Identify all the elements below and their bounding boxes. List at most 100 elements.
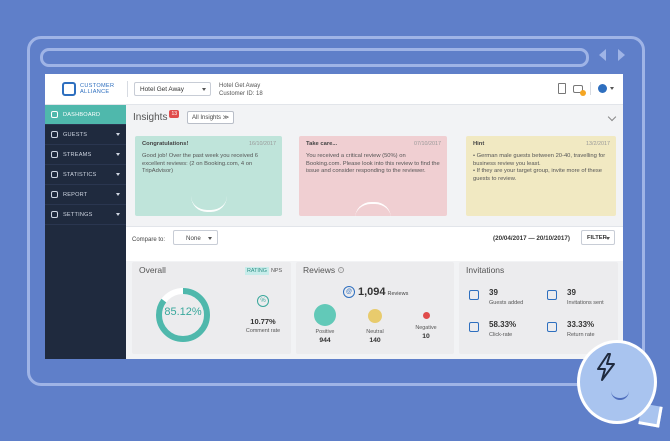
positive-label: Positive [315,329,335,335]
insights-title: Insights [133,112,168,123]
gear-icon [51,211,58,218]
filter-button[interactable]: FILTER [581,230,615,245]
hotel-info: Hotel Get Away Customer ID: 18 [219,82,263,98]
sidebar-item-dashboard[interactable]: DASHBOARD [45,105,126,125]
neutral-dot-icon [368,309,382,323]
filter-bar: Compare to: None (20/04/2017 — 20/10/201… [126,226,623,261]
reviews-title: Reviews [303,265,336,275]
statistics-icon [51,171,58,178]
tab-rating[interactable]: RATING [245,267,269,275]
comment-rate-label: Comment rate [245,328,281,334]
negative-value: 10 [422,333,430,340]
forward-arrow-icon[interactable] [618,49,625,61]
card-body: Good job! Over the past week you receive… [142,153,259,175]
chevron-down-icon [606,237,610,240]
guests-added-label: Guests added [489,300,524,306]
return-icon [547,322,557,332]
collapse-chevron-icon[interactable] [607,112,617,122]
return-rate-label: Return rate [567,332,595,338]
neutral-label: Neutral [366,329,384,335]
lightning-icon [597,353,615,381]
sidebar-item-label: STATISTICS [63,171,97,178]
positive-value: 944 [319,337,331,344]
top-bar: CUSTOMER ALLIANCE Hotel Get Away Hotel G… [45,74,623,105]
avatar[interactable] [598,84,607,93]
hint-bullet: • German male guests between 20-40, trav… [473,153,606,167]
overall-title: Overall [139,265,166,275]
positive-reviews: Positive 944 [305,304,345,344]
reviews-total-label: Reviews [387,291,409,297]
invitations-sent-label: Invitations sent [567,300,604,306]
negative-dot-icon [422,312,430,319]
divider [127,81,128,97]
card-date: 13/2/2017 [586,141,610,147]
insight-card-take-care[interactable]: Take care... 07/10/2017 You received a c… [299,136,447,216]
card-date: 16/10/2017 [249,141,276,147]
sidebar: DASHBOARD GUESTS STREAMS STATISTICS REPO… [45,105,126,359]
card-date: 07/10/2017 [414,141,441,147]
compare-label: Compare to: [132,237,166,243]
chevron-down-icon [116,173,120,176]
sidebar-item-guests[interactable]: GUESTS [45,125,126,145]
main-content: Insights 13 All Insights ≫ Congratulatio… [126,105,623,359]
return-rate-value: 33.33% [567,320,595,329]
sidebar-item-streams[interactable]: STREAMS [45,145,126,165]
chevron-down-icon [116,213,120,216]
brand-line-2: ALLIANCE [80,89,110,95]
smile-icon [190,196,227,212]
compare-select-value: None [186,235,201,242]
invitations-title: Invitations [466,265,505,275]
divider [590,82,591,95]
dashboard-icon [51,111,58,118]
card-body: • German male guests between 20-40, trav… [473,153,609,183]
guests-added-value: 39 [489,288,498,297]
chevron-down-icon [116,153,120,156]
users-icon [51,131,58,138]
sidebar-item-label: DASHBOARD [63,111,101,118]
insight-card-hint[interactable]: Hint 13/2/2017 • German male guests betw… [466,136,616,216]
hotel-name: Hotel Get Away [219,83,261,89]
overall-panel: Overall RATING NPS 85.12% % 10.77% Comme… [132,262,291,354]
mail-icon[interactable] [573,84,586,96]
sidebar-item-report[interactable]: REPORT [45,185,126,205]
tab-nps[interactable]: NPS [269,267,284,275]
invitations-panel: Invitations 39 Guests added 39 Invitatio… [459,262,618,354]
click-rate-label: Click-rate [489,332,513,338]
insights-header: Insights 13 All Insights ≫ [133,110,234,124]
logo-icon [62,82,76,96]
address-bar[interactable] [40,48,589,67]
report-icon [51,191,58,198]
add-user-icon [469,290,479,300]
insight-card-congratulations[interactable]: Congratulations! 16/10/2017 Good job! Ov… [135,136,282,216]
info-icon[interactable]: i [338,267,344,273]
neutral-value: 140 [369,337,381,344]
sidebar-item-statistics[interactable]: STATISTICS [45,165,126,185]
at-icon: @ [343,286,355,298]
frown-icon [355,202,391,218]
compare-select[interactable]: None [173,230,218,245]
invitations-sent-value: 39 [567,288,576,297]
back-arrow-icon[interactable] [599,49,606,61]
mobile-icon[interactable] [558,83,566,94]
negative-label: Negative [415,325,437,331]
brand-logo[interactable]: CUSTOMER ALLIANCE [62,82,114,96]
negative-reviews: Negative 10 [406,309,446,340]
neutral-reviews: Neutral 140 [355,309,395,344]
chevron-down-icon [116,133,120,136]
hotel-select[interactable]: Hotel Get Away [134,82,211,96]
send-icon [547,290,557,300]
hint-bullet: • If they are your target group, invite … [473,168,602,182]
positive-dot-icon [314,304,336,326]
chevron-down-icon [208,237,212,240]
chevron-down-icon[interactable] [610,87,614,90]
sidebar-item-label: REPORT [63,191,88,198]
insights-count-badge: 13 [169,110,180,118]
all-insights-button[interactable]: All Insights ≫ [187,111,234,124]
sidebar-item-settings[interactable]: SETTINGS [45,205,126,225]
reviews-total: @ 1,094 Reviews [343,286,408,298]
hotel-select-value: Hotel Get Away [140,86,184,93]
reviews-panel: Reviews i @ 1,094 Reviews Positive 944 N… [296,262,454,354]
rating-tabs: RATING NPS [245,267,284,275]
chevron-down-icon [202,88,206,91]
streams-icon [51,151,58,158]
